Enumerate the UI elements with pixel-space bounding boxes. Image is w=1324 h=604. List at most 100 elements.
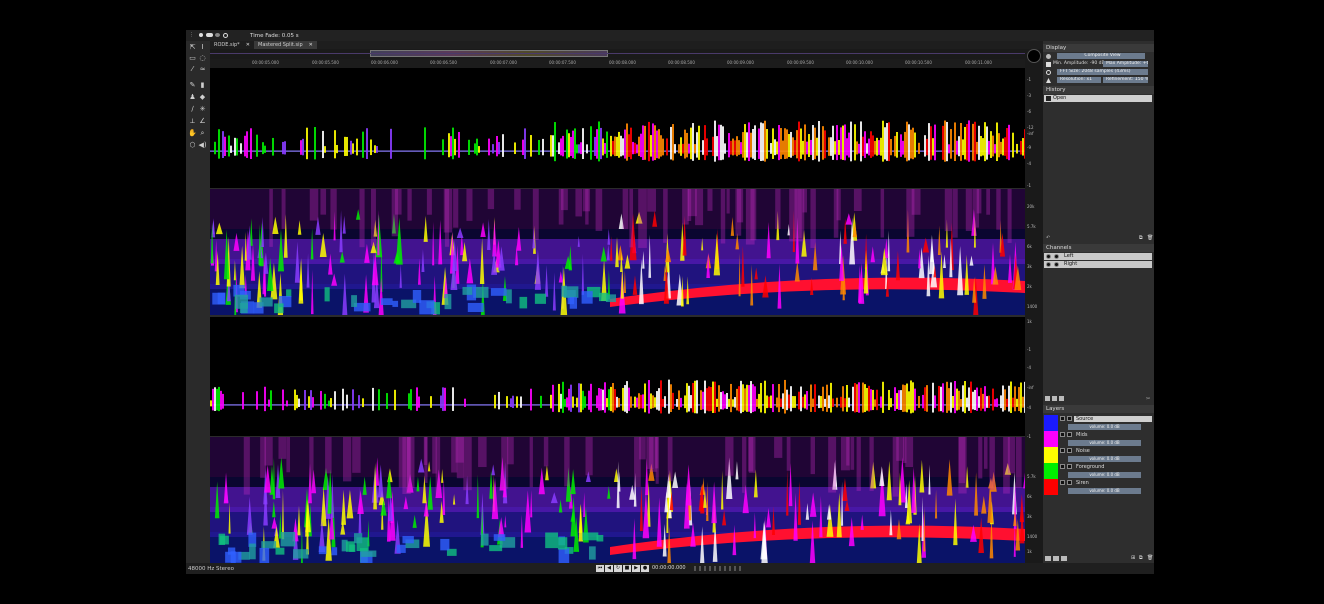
layer-visibility-checkbox[interactable]	[1060, 416, 1065, 421]
magic-wand-icon[interactable]: ⁄	[188, 65, 197, 74]
smudge-icon[interactable]: ∠	[198, 117, 207, 126]
layer-volume-slider[interactable]: volume: 0.0 dB	[1068, 440, 1141, 446]
headphones-icon[interactable]	[1054, 262, 1059, 267]
bucket-icon[interactable]: ◆	[198, 93, 207, 102]
layer-tool-icon[interactable]	[1061, 556, 1067, 561]
new-layer-icon[interactable]: ⊞	[1131, 555, 1135, 562]
layer-tool-icon[interactable]	[1045, 556, 1051, 561]
low-frequency-block	[293, 549, 309, 559]
eye-icon[interactable]	[1046, 254, 1051, 259]
layer-color-swatch[interactable]	[1044, 447, 1058, 463]
layer-solo-checkbox[interactable]	[1067, 416, 1072, 421]
layer-option-icon[interactable]	[1052, 396, 1057, 401]
layer-color-swatch[interactable]	[1044, 415, 1058, 431]
layer-color-swatch[interactable]	[1044, 479, 1058, 495]
play-button[interactable]: ▶	[632, 565, 640, 572]
layer-color-swatch[interactable]	[1044, 463, 1058, 479]
close-icon[interactable]: ✕	[246, 42, 250, 48]
layer-row-siren[interactable]: Siren volume: 0.0 dB	[1044, 479, 1152, 495]
layer-option-icon[interactable]	[1059, 396, 1064, 401]
waveform-segment	[876, 389, 878, 411]
layer-visibility-checkbox[interactable]	[1060, 480, 1065, 485]
view-mode-select[interactable]: Composite View	[1057, 53, 1145, 59]
toggle-icon[interactable]	[206, 33, 213, 37]
undo-icon[interactable]: ↶	[1046, 235, 1050, 242]
lasso-icon[interactable]: ◌	[198, 54, 207, 63]
layer-solo-checkbox[interactable]	[1067, 432, 1072, 437]
brush-icon[interactable]: ✎	[188, 81, 197, 90]
layer-color-swatch[interactable]	[1044, 431, 1058, 447]
stop-button[interactable]: ■	[623, 565, 631, 572]
layer-row-mids[interactable]: Mids volume: 0.0 dB	[1044, 431, 1152, 447]
layer-option-icon[interactable]	[1045, 396, 1050, 401]
waveform-segment	[734, 140, 736, 155]
left-spectrogram-pane[interactable]	[210, 189, 1025, 315]
loop-button[interactable]: ↻	[614, 565, 622, 572]
layer-solo-checkbox[interactable]	[1067, 464, 1072, 469]
cube-icon[interactable]: ⬡	[188, 141, 197, 150]
tab-rode[interactable]: RODE.sip* ✕	[210, 41, 254, 49]
fft-size-field[interactable]: FFT Size: 2048 samples (43ms)	[1057, 69, 1148, 75]
layer-tool-icon[interactable]	[1053, 556, 1059, 561]
layer-volume-slider[interactable]: volume: 0.0 dB	[1068, 488, 1141, 494]
layer-row-source[interactable]: Source volume: 0.0 dB	[1044, 415, 1152, 431]
channel-row-left[interactable]: Left	[1044, 253, 1152, 260]
waveform-segment	[1014, 386, 1016, 412]
spectral-haze	[880, 189, 885, 238]
layer-volume-slider[interactable]: volume: 0.0 dB	[1068, 456, 1141, 462]
harmonic-icon[interactable]: ≈	[198, 65, 207, 74]
eraser-icon[interactable]: ▮	[198, 81, 207, 90]
dot-icon[interactable]	[199, 33, 203, 37]
close-icon[interactable]: ✕	[309, 42, 313, 48]
time-fade-label[interactable]: Time Fade: 0.05 s	[250, 32, 299, 40]
skip-start-button[interactable]: ⏮	[596, 565, 604, 572]
waveform-segment	[874, 140, 876, 155]
waveform-segment	[362, 398, 364, 408]
tab-mastered-split[interactable]: Mastered Split.sip ✕	[254, 41, 317, 49]
eye-icon[interactable]	[1046, 54, 1051, 59]
right-waveform-pane[interactable]	[210, 317, 1025, 436]
trash-icon[interactable]: 🗑	[1147, 555, 1153, 562]
right-spectrogram-pane[interactable]	[210, 437, 1025, 563]
half-circle-icon[interactable]	[215, 33, 220, 37]
hand-icon[interactable]: ✋	[188, 129, 197, 138]
stamp-icon[interactable]: ♟	[188, 93, 197, 102]
duplicate-layer-icon[interactable]: ⧉	[1139, 555, 1143, 562]
layer-visibility-checkbox[interactable]	[1060, 448, 1065, 453]
layer-visibility-checkbox[interactable]	[1060, 432, 1065, 437]
cursor-icon[interactable]: I	[198, 43, 207, 52]
rewind-button[interactable]: ◀	[605, 565, 613, 572]
layer-volume-slider[interactable]: volume: 0.0 dB	[1068, 424, 1141, 430]
pen-icon[interactable]: ∕	[188, 105, 197, 114]
layer-visibility-checkbox[interactable]	[1060, 464, 1065, 469]
zoom-icon[interactable]: ⌕	[198, 129, 207, 138]
scissors-icon[interactable]: ✂	[1146, 396, 1150, 403]
left-waveform-pane[interactable]	[210, 68, 1025, 188]
layer-solo-checkbox[interactable]	[1067, 448, 1072, 453]
waveform-segment	[926, 385, 928, 412]
headphones-icon[interactable]	[1054, 254, 1059, 259]
resolution-field[interactable]: Resolution: x1	[1057, 77, 1101, 83]
layer-row-foreground[interactable]: Foreground volume: 0.0 dB	[1044, 463, 1152, 479]
rect-select-icon[interactable]: ▭	[188, 54, 197, 63]
spray-icon[interactable]: ✳	[198, 105, 207, 114]
pointer-icon[interactable]: ⇱	[188, 43, 197, 52]
history-item[interactable]: Open	[1044, 95, 1152, 102]
channel-row-right[interactable]: Right	[1044, 261, 1152, 268]
record-button[interactable]: ●	[641, 565, 649, 572]
max-amplitude-field[interactable]: Max Amplitude: +6 dB	[1103, 61, 1148, 67]
layer-solo-checkbox[interactable]	[1067, 480, 1072, 485]
refinement-field[interactable]: Refinement: 150 %	[1103, 77, 1148, 83]
scrub-icon[interactable]: ⟂	[188, 117, 197, 126]
eye-icon[interactable]	[1046, 262, 1051, 267]
compass-icon[interactable]	[1027, 49, 1041, 63]
layer-volume-slider[interactable]: volume: 0.0 dB	[1068, 472, 1141, 478]
waveform-segment	[812, 125, 814, 161]
time-ruler[interactable]: 00:00:05.000 00:00:05.500 00:00:06.000 0…	[210, 59, 1025, 68]
layer-row-noise[interactable]: Noise volume: 0.0 dB	[1044, 447, 1152, 463]
copy-icon[interactable]: ⧉	[1139, 235, 1143, 242]
speaker-icon[interactable]: ◀)	[198, 141, 207, 150]
circle-icon[interactable]	[223, 33, 228, 38]
overview-strip[interactable]	[210, 49, 1025, 59]
trash-icon[interactable]: 🗑	[1147, 235, 1153, 242]
